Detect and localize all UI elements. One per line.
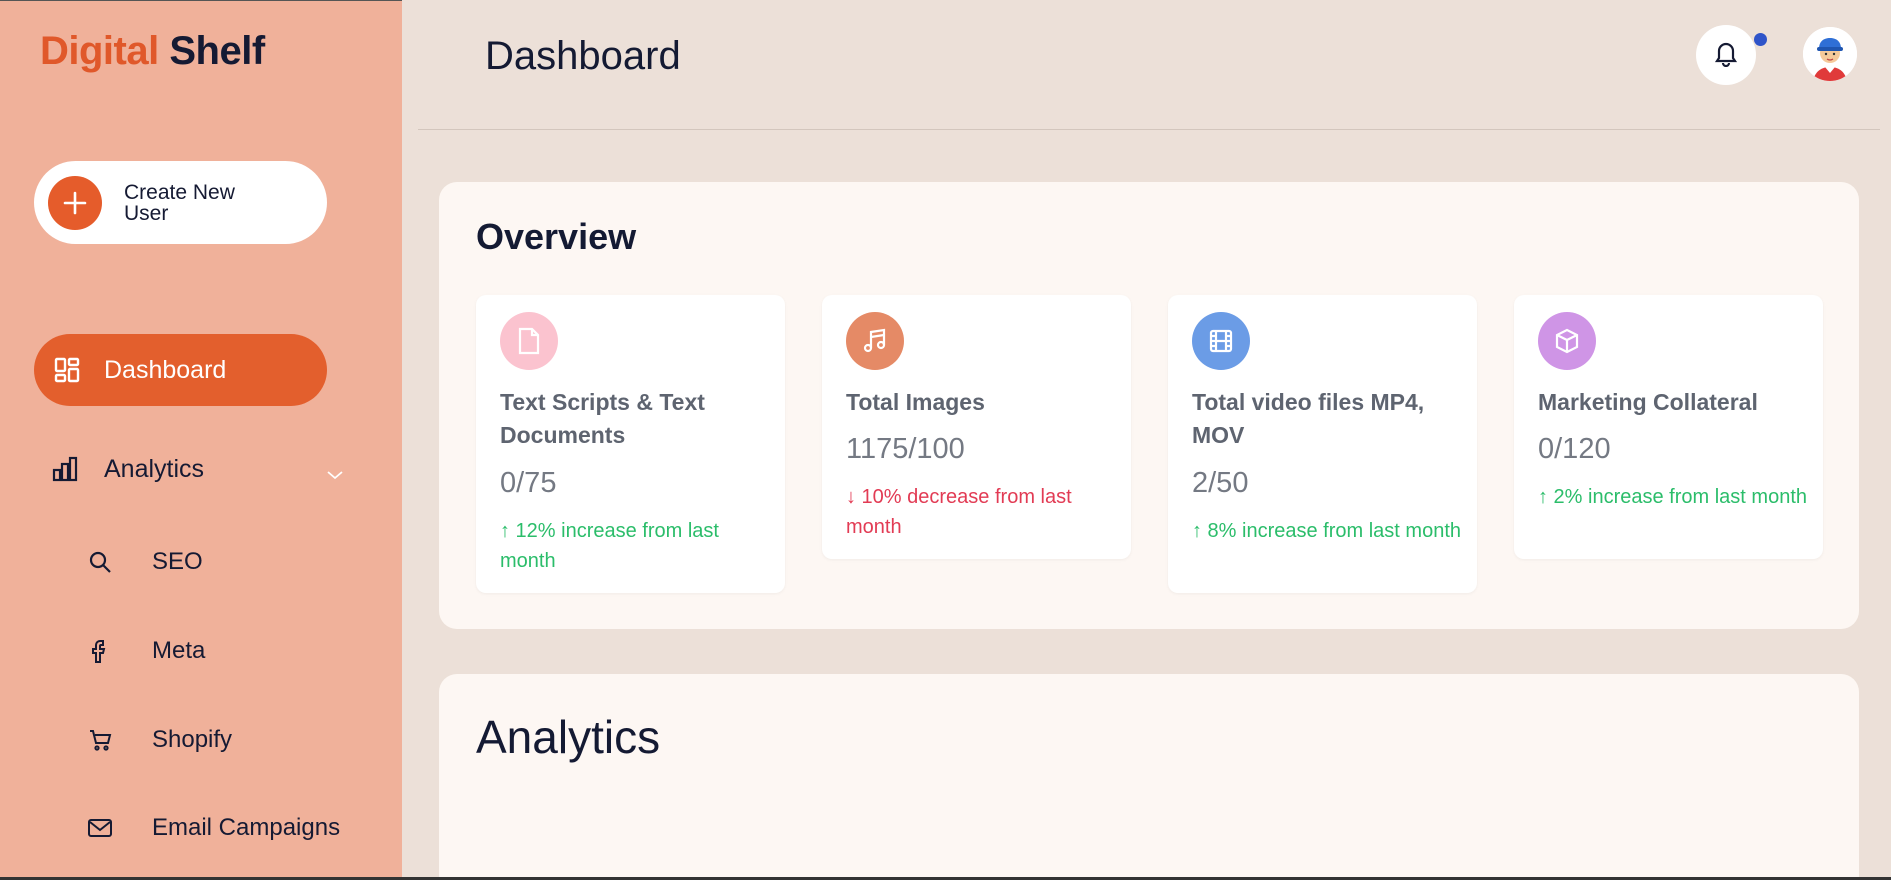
sidebar-item-dashboard-label: Dashboard (104, 355, 227, 384)
chevron-down-icon[interactable] (326, 459, 344, 488)
box-icon (1538, 312, 1596, 370)
mail-icon (80, 808, 120, 848)
sidebar-item-meta[interactable]: Meta (80, 626, 380, 676)
logo-part-digital: Digital (40, 29, 159, 73)
sidebar-item-seo-label: SEO (152, 548, 203, 575)
stat-delta: ↑ 2% increase from last month (1538, 486, 1807, 508)
avatar[interactable] (1803, 27, 1857, 81)
logo-part-shelf: Shelf (169, 29, 265, 73)
search-icon (80, 542, 120, 582)
sidebar-item-seo[interactable]: SEO (80, 537, 380, 587)
analytics-card: Analytics (439, 674, 1859, 880)
app-logo[interactable]: Digital Shelf (40, 29, 265, 74)
stat-value: 0/120 (1538, 433, 1611, 465)
stat-value: 0/75 (500, 467, 557, 499)
film-icon (1192, 312, 1250, 370)
bell-icon (1713, 39, 1739, 72)
create-new-user-label: Create New User (124, 180, 235, 225)
stat-title: Marketing Collateral (1538, 389, 1758, 415)
notifications-button[interactable] (1696, 25, 1756, 85)
cart-icon (80, 720, 120, 760)
sidebar-item-shopify-label: Shopify (152, 726, 233, 753)
stat-card-video-files[interactable]: Total video files MP4, MOV 2/50 ↑ 8% inc… (1168, 295, 1477, 593)
bar-chart-icon (50, 454, 80, 484)
facebook-icon (80, 631, 120, 671)
stat-card-total-images[interactable]: Total Images 1175/100 ↓ 10% decrease fro… (822, 295, 1131, 559)
stat-value: 1175/100 (846, 433, 965, 465)
avatar-illustration (1803, 27, 1857, 81)
overview-title: Overview (476, 216, 637, 257)
page-title: Dashboard (485, 34, 681, 78)
stat-title: Total video files MP4, MOV (1192, 389, 1425, 448)
plus-icon (48, 175, 102, 230)
stat-value: 2/50 (1192, 467, 1249, 499)
document-icon (500, 312, 558, 370)
analytics-title: Analytics (476, 711, 661, 763)
sidebar-item-email-campaigns[interactable]: Email Campaigns (80, 803, 380, 853)
sidebar: Digital Shelf Create New User Dashboard (0, 0, 402, 880)
stat-card-marketing-collateral[interactable]: Marketing Collateral 0/120 ↑ 2% increase… (1514, 295, 1823, 559)
stat-title: Text Scripts & Text Documents (500, 389, 705, 448)
sidebar-item-shopify[interactable]: Shopify (80, 715, 380, 765)
sidebar-item-analytics[interactable]: Analytics (34, 433, 354, 505)
sidebar-item-analytics-label: Analytics (104, 454, 205, 483)
sidebar-item-email-campaigns-label: Email Campaigns (152, 814, 341, 841)
music-icon (846, 312, 904, 370)
stat-delta: ↑ 12% increase from last month (500, 520, 719, 572)
stat-card-text-scripts[interactable]: Text Scripts & Text Documents 0/75 ↑ 12%… (476, 295, 785, 593)
header-divider (418, 129, 1880, 130)
overview-card: Overview Text Scripts & Text Documents 0… (439, 182, 1859, 629)
stat-title: Total Images (846, 389, 985, 415)
stat-delta: ↑ 8% increase from last month (1192, 520, 1461, 542)
sidebar-item-dashboard[interactable]: Dashboard (34, 334, 327, 406)
stat-delta: ↓ 10% decrease from last month (846, 486, 1072, 538)
create-new-user-button[interactable]: Create New User (34, 161, 327, 244)
sidebar-item-meta-label: Meta (152, 637, 206, 664)
dashboard-icon (52, 355, 82, 385)
notification-dot (1754, 33, 1767, 46)
